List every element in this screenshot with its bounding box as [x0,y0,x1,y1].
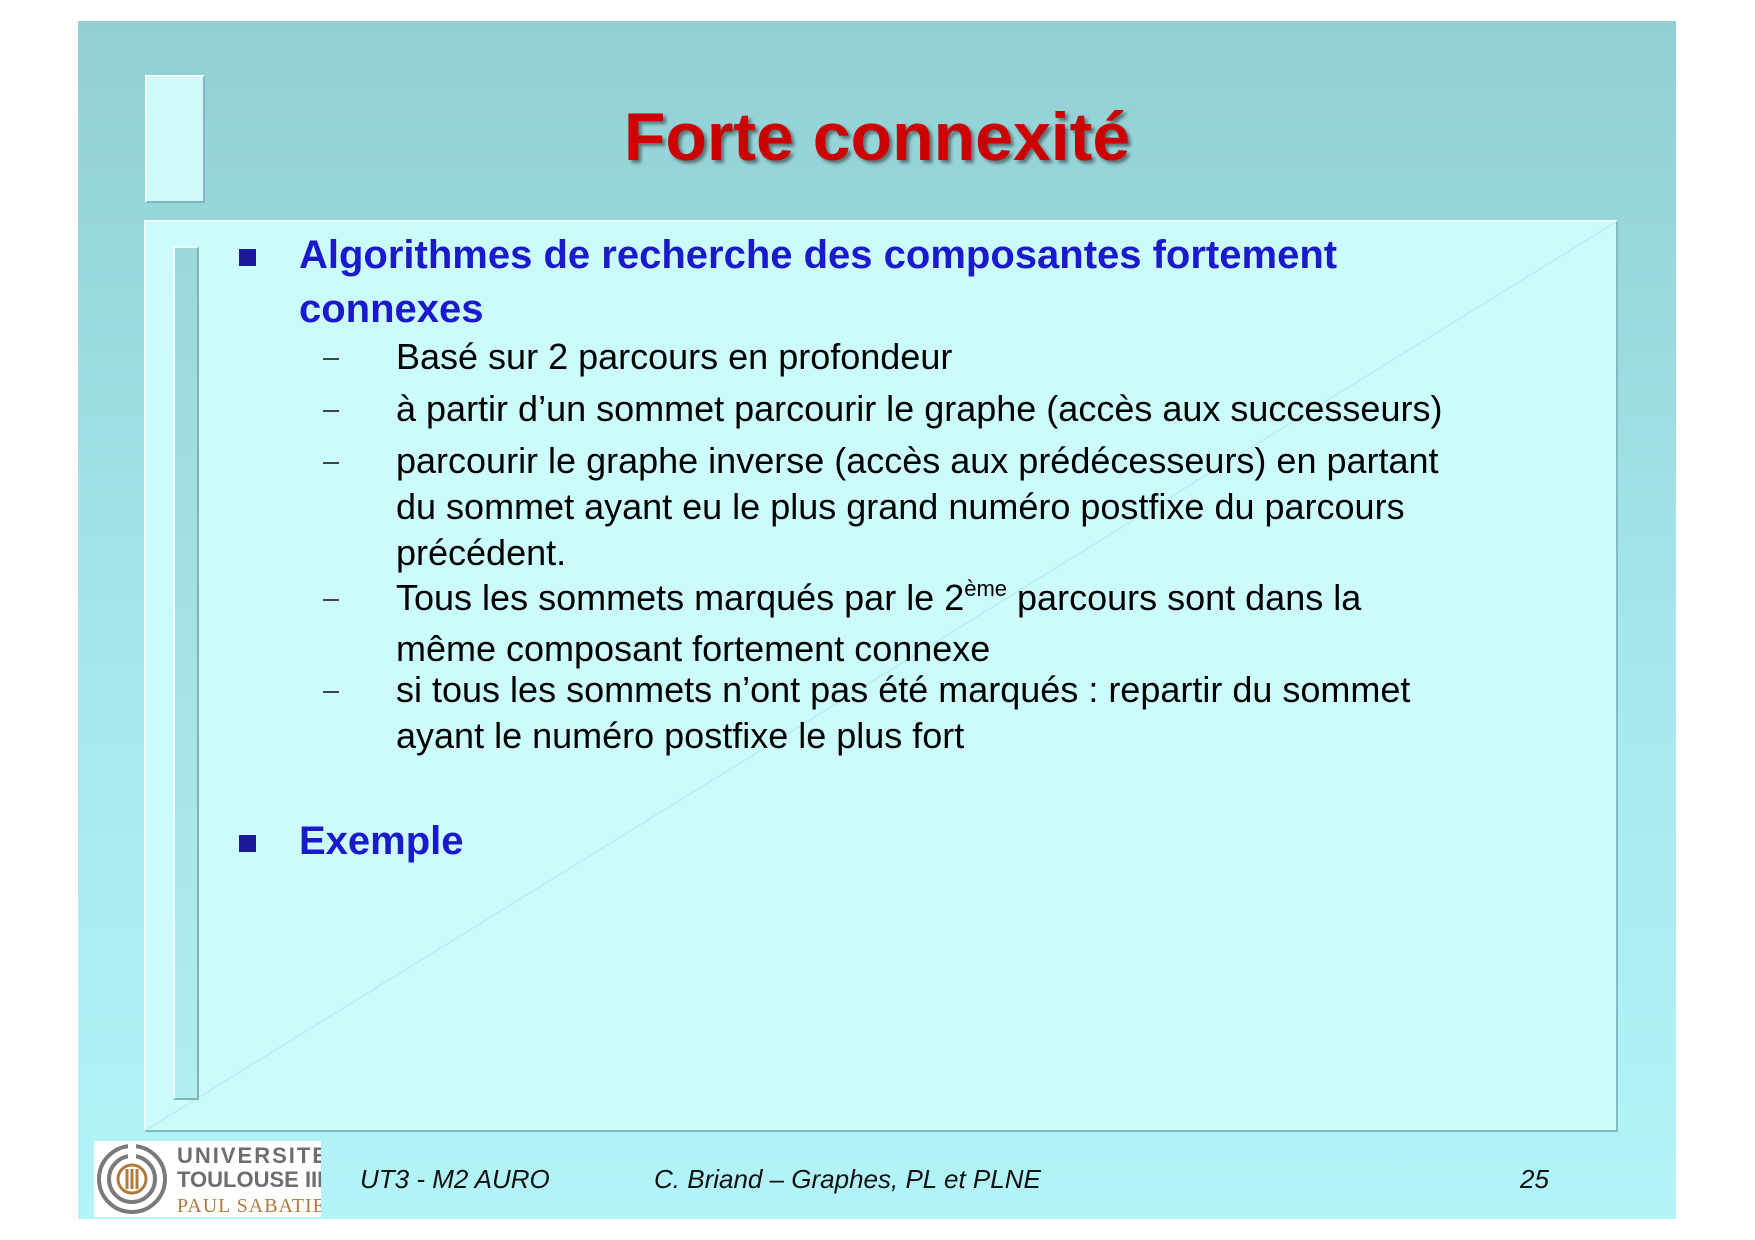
dash-bullet-icon [323,410,339,412]
square-bullet-icon [239,835,256,852]
sub-bullet-text: parcourir le graphe inverse (accès aux p… [396,440,1439,573]
slide: Forte connexité Algorithmes de recherche… [78,21,1676,1219]
dash-bullet-icon [323,691,339,693]
footer-course: UT3 - M2 AURO [360,1164,550,1194]
dash-bullet-icon [323,462,339,464]
dash-bullet-icon [323,358,339,360]
svg-text:TOULOUSE III: TOULOUSE III [177,1167,321,1192]
svg-text:PAUL SABATIER: PAUL SABATIER [177,1195,321,1217]
dash-bullet-icon [323,599,339,601]
sub-bullet-text: Tous les sommets marqués par le 2ème par… [396,576,1362,669]
bullet-text: Exemple [299,819,464,863]
slide-title: Forte connexité [623,99,1131,175]
bullet-text: Algorithmes de recherche des composantes… [299,233,1338,331]
sub-bullet-text: à partir d’un sommet parcourir le graphe… [396,388,1443,429]
panel-side-bar [173,246,199,1100]
square-bullet-icon [239,249,256,266]
footer-page-number: 25 [1520,1164,1549,1194]
footer-author: C. Briand – Graphes, PL et PLNE [654,1164,1041,1194]
content-panel: Algorithmes de recherche des composantes… [144,220,1618,1132]
svg-text:UNIVERSITE: UNIVERSITE [177,1143,321,1168]
sub-bullet-text: Basé sur 2 parcours en profondeur [396,336,953,377]
sub-bullet-text: si tous les sommets n’ont pas été marqué… [396,669,1411,756]
university-logo: UNIVERSITE TOULOUSE III PAUL SABATIER [94,1141,339,1217]
